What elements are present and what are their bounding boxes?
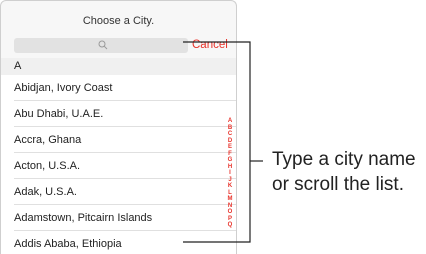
callout-bracket: [183, 41, 263, 243]
callout-line-2: or scroll the list.: [272, 174, 404, 195]
callout-line-1: Type a city name: [272, 149, 416, 170]
callout-text: Type a city name or scroll the list.: [272, 147, 416, 197]
